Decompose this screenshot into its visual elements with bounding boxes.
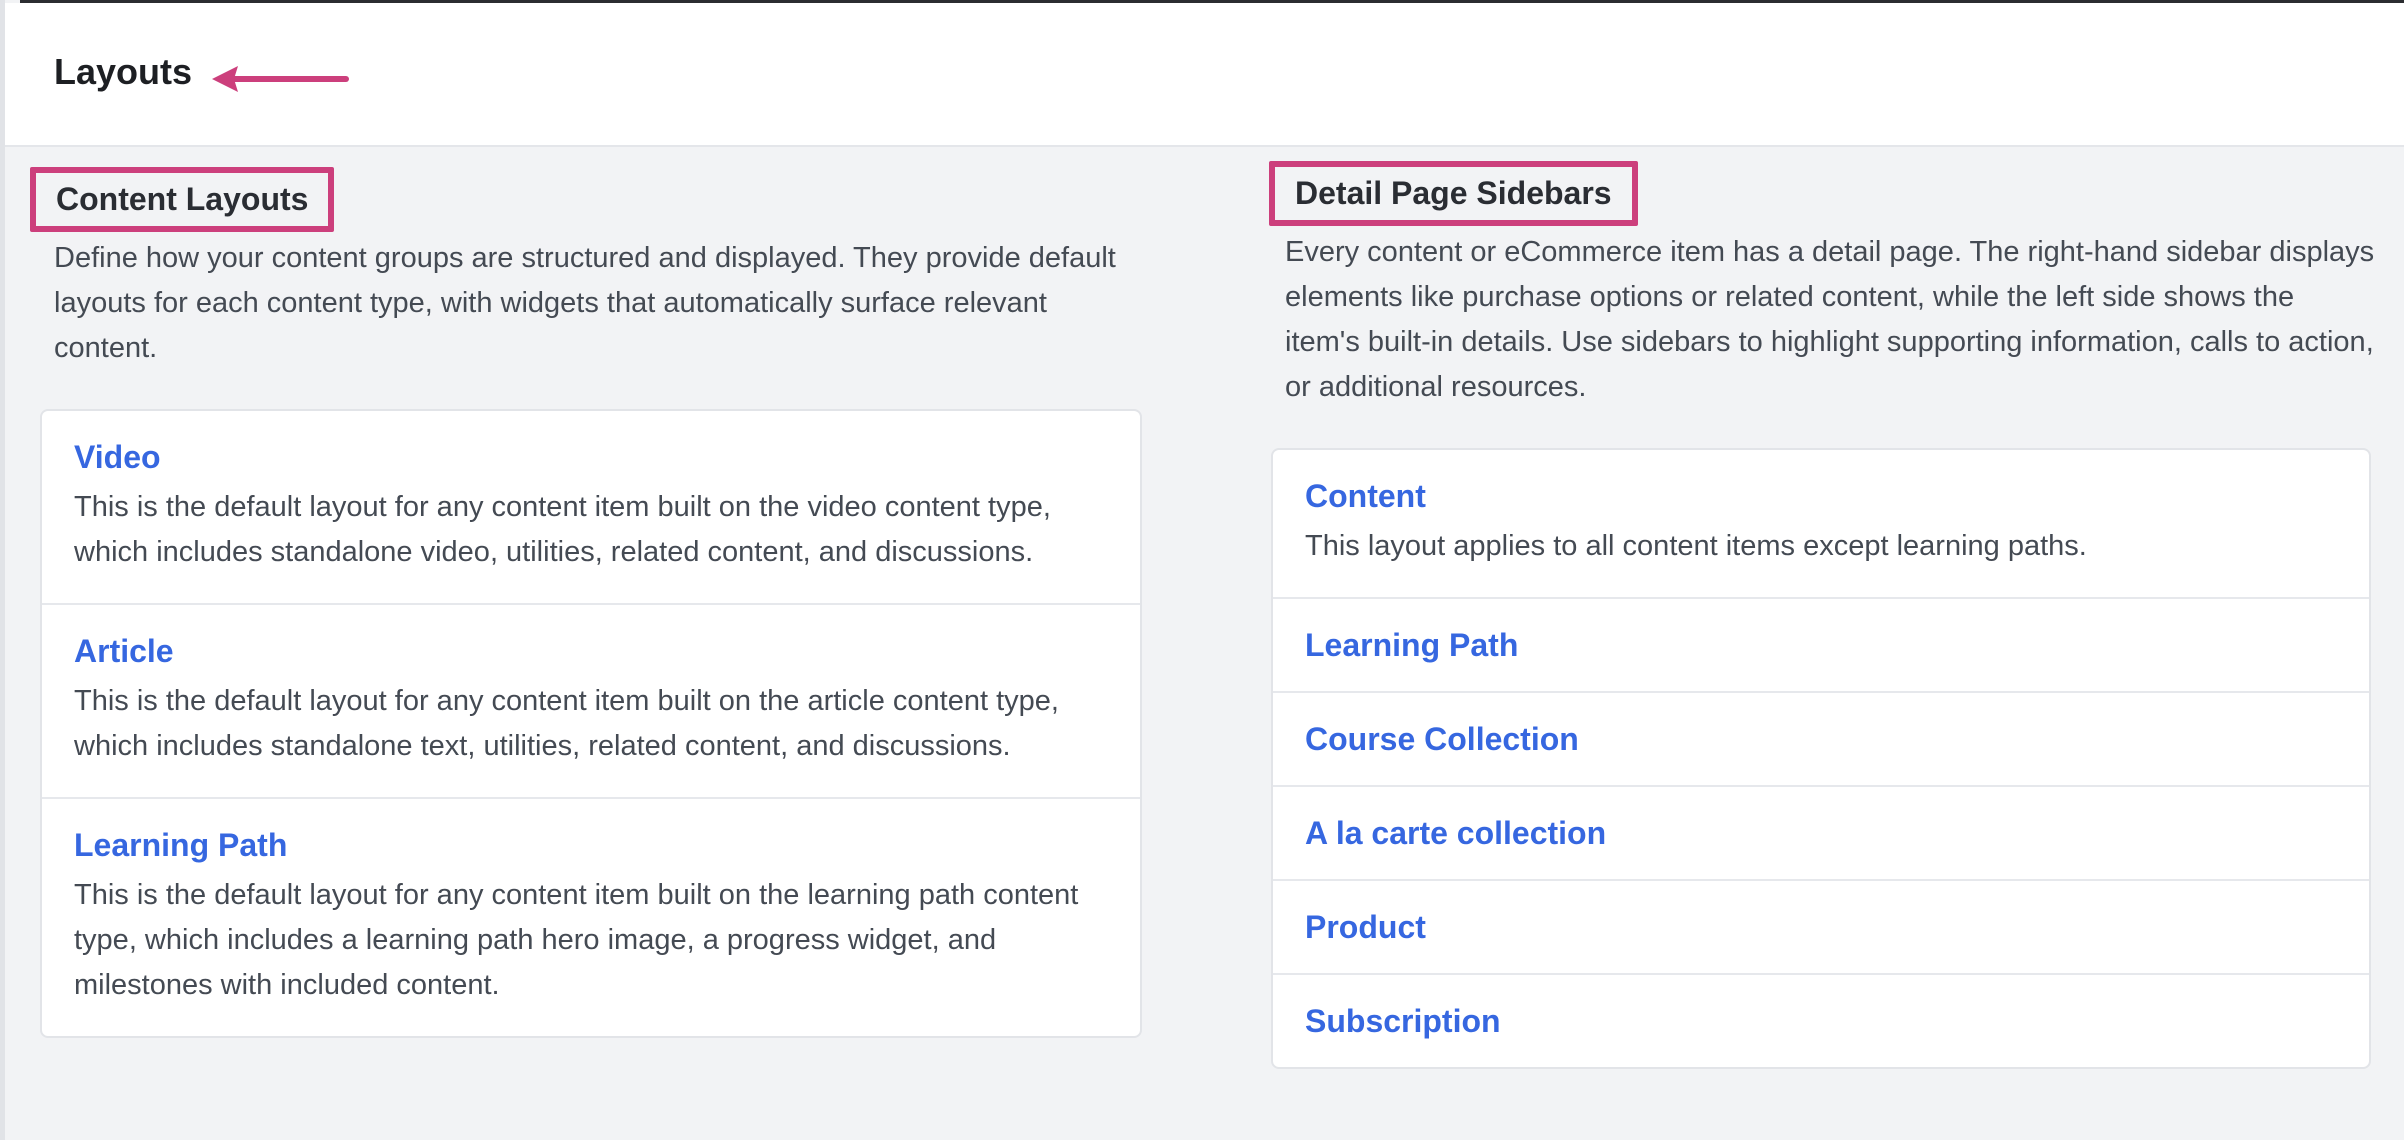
layout-item-learning-path[interactable]: Learning Path This is the default layout…	[42, 796, 1140, 1036]
detail-sidebars-heading: Detail Page Sidebars	[1269, 161, 1638, 226]
sidebar-item-a-la-carte-collection[interactable]: A la carte collection	[1273, 784, 2369, 879]
detail-sidebars-card: Content This layout applies to all conte…	[1271, 447, 2371, 1069]
sidebar-item-content[interactable]: Content This layout applies to all conte…	[1273, 450, 2369, 597]
page-title: Layouts	[54, 51, 193, 92]
layout-item-article[interactable]: Article This is the default layout for a…	[42, 602, 1140, 797]
sidebar-item-title[interactable]: Subscription	[1305, 1001, 2337, 1041]
content-layouts-heading: Content Layouts	[30, 167, 335, 232]
sidebar-item-title[interactable]: Content	[1305, 476, 2337, 516]
sidebar-item-title[interactable]: A la carte collection	[1305, 813, 2337, 853]
sidebar-item-subscription[interactable]: Subscription	[1273, 972, 2369, 1067]
sidebar-item-product[interactable]: Product	[1273, 878, 2369, 973]
sidebar-item-title[interactable]: Learning Path	[1305, 625, 2337, 665]
layout-item-description: This is the default layout for any conte…	[74, 490, 1051, 568]
sidebar-item-title[interactable]: Course Collection	[1305, 719, 2337, 759]
sidebar-item-description: This layout applies to all content items…	[1305, 529, 2087, 562]
layout-item-title[interactable]: Video	[74, 437, 1108, 477]
layout-item-title[interactable]: Article	[74, 631, 1108, 671]
sidebar-item-title[interactable]: Product	[1305, 907, 2337, 947]
content-layouts-description: Define how your content groups are struc…	[54, 241, 1116, 364]
layout-item-description: This is the default layout for any conte…	[74, 878, 1079, 1001]
left-edge	[0, 0, 5, 1140]
sidebar-item-learning-path[interactable]: Learning Path	[1273, 596, 2369, 691]
layout-item-title[interactable]: Learning Path	[74, 825, 1108, 865]
content-layouts-card: Video This is the default layout for any…	[40, 408, 1142, 1038]
detail-sidebars-description: Every content or eCommerce item has a de…	[1285, 235, 2375, 403]
annotation-arrow-icon	[212, 66, 349, 92]
layout-item-video[interactable]: Video This is the default layout for any…	[42, 411, 1140, 603]
detail-sidebars-section: Detail Page Sidebars Every content or eC…	[1261, 145, 2374, 1069]
content-layouts-section: Content Layouts Define how your content …	[30, 145, 1142, 1038]
sidebar-item-course-collection[interactable]: Course Collection	[1273, 690, 2369, 785]
page-header: Layouts	[5, 3, 2404, 147]
layout-item-description: This is the default layout for any conte…	[74, 684, 1059, 762]
